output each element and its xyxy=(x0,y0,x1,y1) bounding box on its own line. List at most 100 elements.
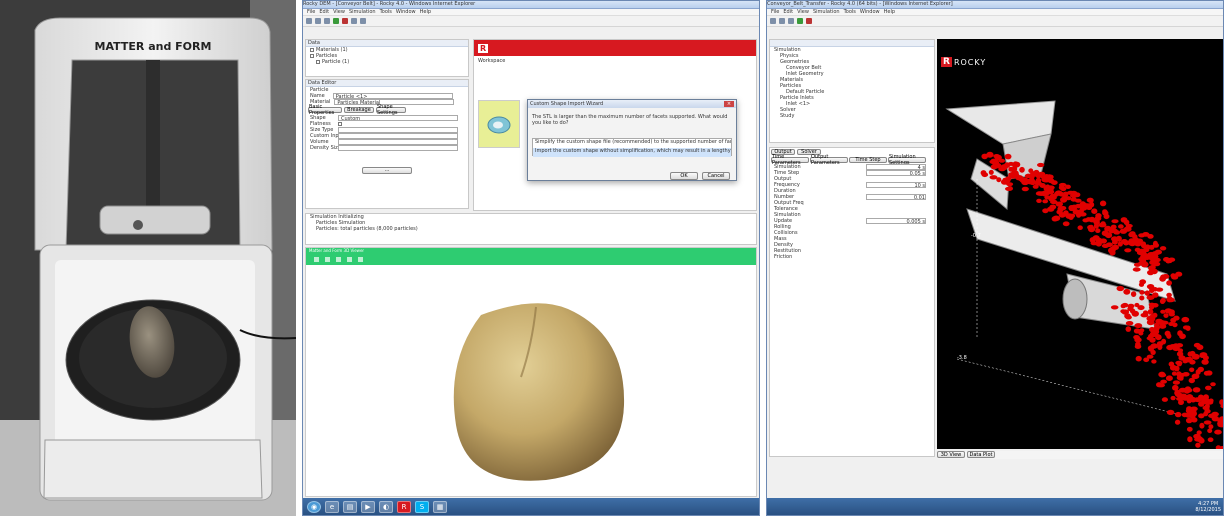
subtab-output-parameters[interactable]: Output Parameters xyxy=(810,154,848,166)
folder-icon[interactable] xyxy=(325,256,330,262)
option-import-raw[interactable]: Import the custom shape without simplifi… xyxy=(533,148,731,157)
particle xyxy=(1207,428,1213,434)
particle xyxy=(1124,313,1131,319)
stop-icon[interactable] xyxy=(806,18,812,24)
option-simplify[interactable]: Simplify the custom shape file (recommen… xyxy=(533,139,731,148)
menu-view[interactable]: View xyxy=(797,9,809,15)
particle xyxy=(1125,326,1132,332)
particle xyxy=(1139,290,1145,295)
tab-basic-properties[interactable]: Basic Properties xyxy=(308,104,342,116)
menu-simulation[interactable]: Simulation xyxy=(349,9,376,15)
close-icon[interactable]: × xyxy=(724,101,734,107)
open-icon[interactable] xyxy=(779,18,785,24)
particle xyxy=(1147,309,1154,315)
new-icon[interactable] xyxy=(770,18,776,24)
menu-help[interactable]: Help xyxy=(420,9,431,15)
tree-item[interactable]: Particle (1) xyxy=(306,59,468,65)
system-clock[interactable]: 4:27 PM 8/12/2015 xyxy=(1195,501,1221,513)
particle xyxy=(1172,322,1178,328)
menu-window[interactable]: Window xyxy=(860,9,880,15)
parameter-value[interactable]: 0.005 s xyxy=(866,218,926,225)
tab-breakage[interactable]: Breakage xyxy=(344,107,374,113)
menu-tools[interactable]: Tools xyxy=(380,9,392,15)
particle xyxy=(1203,370,1210,376)
taskbar-app[interactable]: S xyxy=(415,501,429,513)
particle xyxy=(1187,436,1193,443)
flatness-checkbox[interactable] xyxy=(338,122,342,126)
menu-view[interactable]: View xyxy=(333,9,345,15)
open-icon[interactable] xyxy=(315,18,321,24)
particle xyxy=(1171,371,1177,376)
particle xyxy=(1135,355,1142,362)
menu-file[interactable]: File xyxy=(771,9,779,15)
tree-item[interactable]: Study xyxy=(770,113,934,119)
particle xyxy=(1166,333,1172,339)
menu-edit[interactable]: Edit xyxy=(319,9,329,15)
particle xyxy=(1211,411,1219,417)
edit-icon[interactable] xyxy=(347,256,352,262)
particle xyxy=(1183,387,1191,394)
particle xyxy=(1181,412,1188,418)
particle xyxy=(1123,288,1131,295)
particle xyxy=(1144,290,1150,296)
particle xyxy=(1095,228,1101,233)
particle xyxy=(1167,297,1175,303)
particle xyxy=(1205,385,1212,391)
taskbar-app[interactable]: ▤ xyxy=(343,501,357,513)
particle xyxy=(1028,168,1034,173)
particle xyxy=(1032,171,1038,177)
particle xyxy=(1186,406,1193,412)
settings-icon[interactable] xyxy=(360,18,366,24)
subtab-time-parameters[interactable]: Time Parameters xyxy=(771,154,809,166)
cancel-button[interactable]: Cancel xyxy=(702,172,730,180)
menu-edit[interactable]: Edit xyxy=(783,9,793,15)
taskbar-app[interactable]: e xyxy=(325,501,339,513)
tab-shape-settings[interactable]: Shape Settings xyxy=(376,104,406,116)
taskbar-app[interactable]: R xyxy=(397,501,411,513)
subtab-time-step[interactable]: Time Step xyxy=(849,157,887,163)
particle xyxy=(1138,282,1145,287)
particle xyxy=(1199,422,1205,429)
taskbar-app[interactable]: ▶ xyxy=(361,501,375,513)
taskbar-app[interactable]: ▦ xyxy=(433,501,447,513)
scanned-stone-model xyxy=(453,303,625,481)
density-size-field[interactable] xyxy=(338,145,458,151)
start-icon[interactable]: ◉ xyxy=(307,501,321,513)
apply-button[interactable]: ··· xyxy=(362,167,412,174)
parameter-value[interactable]: 10 s xyxy=(866,182,926,189)
new-icon[interactable] xyxy=(306,18,312,24)
ok-button[interactable]: OK xyxy=(670,172,698,180)
particle xyxy=(1149,337,1155,343)
particle xyxy=(1004,162,1011,168)
menu-tools[interactable]: Tools xyxy=(844,9,856,15)
home-icon[interactable] xyxy=(314,256,319,262)
stop-icon[interactable] xyxy=(342,18,348,24)
play-icon[interactable] xyxy=(797,18,803,24)
particle xyxy=(1101,230,1109,236)
particle xyxy=(1019,177,1026,183)
menu-simulation[interactable]: Simulation xyxy=(813,9,840,15)
subtab-simulation-settings[interactable]: Simulation Settings xyxy=(888,154,926,166)
shape-select[interactable]: Custom xyxy=(338,115,458,122)
menu-help[interactable]: Help xyxy=(884,9,895,15)
tab-data-plot[interactable]: Data Plot xyxy=(967,451,995,458)
taskbar-app[interactable]: ◐ xyxy=(379,501,393,513)
particle xyxy=(1115,235,1122,242)
particle xyxy=(1100,221,1106,226)
tab-3d-view[interactable]: 3D View xyxy=(937,451,965,458)
save-icon[interactable] xyxy=(336,256,341,262)
menu-window[interactable]: Window xyxy=(396,9,416,15)
parameter-value[interactable]: 0.05 s xyxy=(866,170,926,177)
parameter-label: Friction xyxy=(774,254,793,260)
parameter-value[interactable]: 0.01 xyxy=(866,194,926,201)
filter-icon[interactable] xyxy=(358,256,363,262)
play-icon[interactable] xyxy=(333,18,339,24)
menu-file[interactable]: File xyxy=(307,9,315,15)
save-icon[interactable] xyxy=(788,18,794,24)
particle xyxy=(1138,241,1146,246)
particle xyxy=(1186,426,1193,432)
particle xyxy=(1060,186,1067,192)
particle xyxy=(1161,338,1167,345)
save-icon[interactable] xyxy=(324,18,330,24)
step-icon[interactable] xyxy=(351,18,357,24)
